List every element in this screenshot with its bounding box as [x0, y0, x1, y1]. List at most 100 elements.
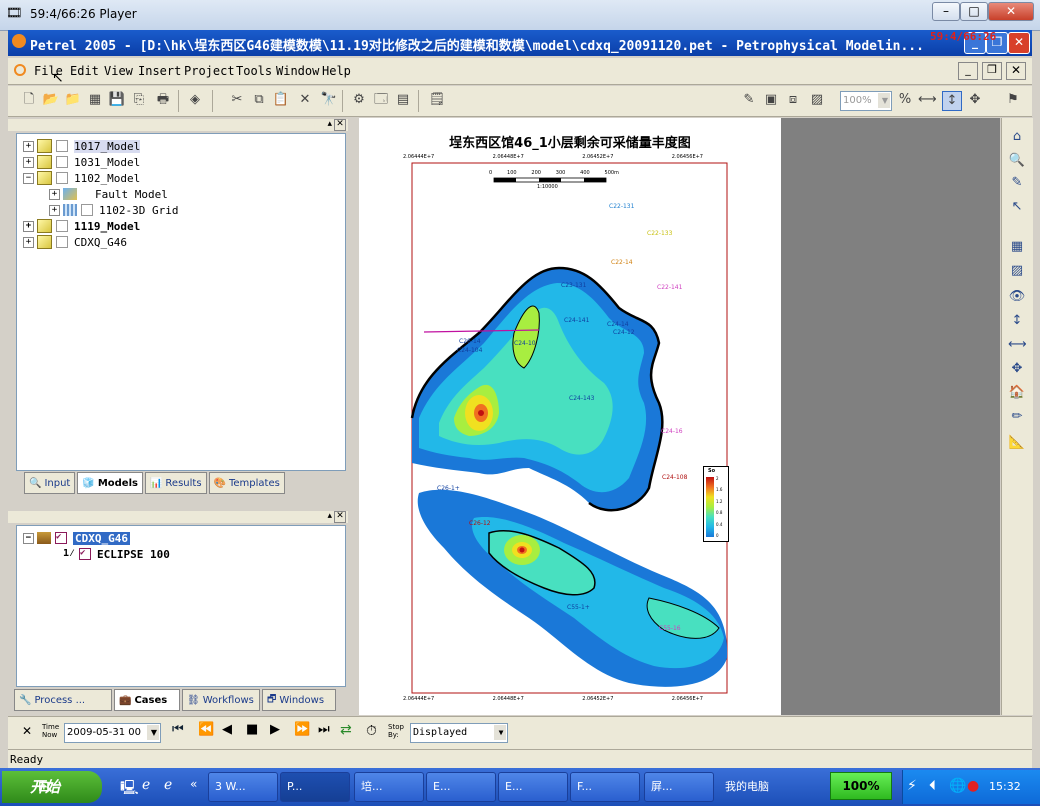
player-minimize-button[interactable]: – — [932, 2, 960, 21]
view-all-icon[interactable]: ⌂ — [1008, 128, 1026, 146]
doc-close-button[interactable]: ✕ — [1006, 62, 1026, 80]
play-back-icon[interactable]: ◀ — [222, 722, 232, 737]
tab-process[interactable]: 🔧 Process ... — [14, 689, 112, 711]
tree-item-1119-model[interactable]: +1119_Model — [23, 218, 178, 234]
tree-item-1017-model[interactable]: +1017_Model — [23, 138, 178, 154]
diamond-icon[interactable]: ◈ — [186, 91, 204, 109]
player-maximize-button[interactable]: □ — [960, 2, 988, 21]
task-my-computer[interactable]: 我的电脑 — [718, 772, 824, 802]
edit-polygon-icon[interactable]: ✏ — [1008, 408, 1026, 426]
task-petrel[interactable]: P... — [280, 772, 350, 802]
tree-item-cdxq-g46[interactable]: + CDXQ_G46 — [23, 234, 178, 250]
time-combo[interactable]: 2009-05-31 00 ▼ — [64, 723, 161, 743]
first-step-icon[interactable]: ⏮ — [172, 722, 184, 737]
notes-icon[interactable]: 🗒 — [428, 91, 446, 109]
horizontal-arrows-icon[interactable]: ⟷ — [1008, 336, 1027, 354]
window-close-button[interactable]: ✕ — [1008, 32, 1030, 54]
tab-input[interactable]: 🔍 Input — [24, 472, 76, 494]
save-icon[interactable]: 💾 — [108, 91, 126, 109]
expand-icon[interactable]: + — [23, 140, 34, 152]
export-image-icon[interactable]: ▨ — [808, 91, 826, 109]
chevron-down-icon[interactable]: ▼ — [878, 93, 890, 108]
menu-help[interactable]: Help — [322, 64, 351, 78]
measure-icon[interactable]: ✎ — [1008, 174, 1026, 192]
open-icon[interactable]: 📂 — [42, 91, 60, 109]
layout-icon[interactable]: ▣ — [762, 91, 780, 109]
loop-icon[interactable]: ⇄ — [340, 722, 352, 738]
settings-icon[interactable]: ⚙ — [350, 91, 368, 109]
start-button[interactable]: ⊞ 开始 — [2, 771, 102, 803]
tab-windows[interactable]: 🗗 Windows — [262, 689, 336, 711]
collapse-icon[interactable]: − — [23, 172, 34, 184]
record-icon[interactable]: ● — [967, 778, 979, 794]
expand-icon[interactable]: + — [23, 220, 34, 232]
back-icon[interactable]: ⏴ — [929, 778, 936, 794]
expand-icon[interactable]: + — [23, 236, 34, 248]
close-icon[interactable]: ✕ — [334, 119, 346, 131]
eye-icon[interactable]: 👁 — [1008, 288, 1026, 306]
tree-item-fault-model[interactable]: + Fault Model — [23, 186, 178, 202]
tree-item-3d-grid[interactable]: +1102-3D Grid — [23, 202, 178, 218]
paste-icon[interactable]: 📋 — [272, 91, 290, 109]
tab-cases[interactable]: 💼 Cases — [114, 689, 180, 711]
menu-window[interactable]: Window — [276, 64, 319, 78]
menu-tools[interactable]: Tools — [236, 64, 272, 78]
chevron-down-icon[interactable]: ▼ — [494, 725, 506, 740]
task-f[interactable]: F... — [570, 772, 640, 802]
last-step-icon[interactable]: ⏭ — [318, 722, 330, 737]
tab-templates[interactable]: 🎨 Templates — [208, 472, 285, 494]
delete-icon[interactable]: ✕ — [296, 91, 314, 109]
case-eclipse[interactable]: 1⁄ ✔ ECLIPSE 100 — [23, 546, 170, 562]
find-icon[interactable]: 🔭 — [320, 91, 338, 109]
prev-step-icon[interactable]: ⏪ — [198, 722, 214, 737]
ie-icon[interactable]: ℯ — [142, 777, 150, 793]
case-checkbox[interactable]: ✔ — [55, 532, 67, 544]
print-icon[interactable]: 🖶 — [154, 91, 172, 109]
play-icon[interactable]: ▶ — [270, 722, 280, 737]
zoom-percent-icon[interactable]: % — [896, 91, 914, 109]
pointer-settings-icon[interactable]: ⚑ — [1004, 91, 1022, 109]
fit-width-icon[interactable]: ⟷ — [918, 91, 937, 109]
edit-icon[interactable]: ✎ — [740, 91, 758, 109]
fit-all-icon[interactable]: ✥ — [966, 91, 984, 109]
select-arrow-icon[interactable]: ↖ — [1008, 198, 1026, 216]
visibility-checkbox[interactable] — [56, 220, 68, 232]
visibility-checkbox[interactable] — [56, 172, 68, 184]
menu-project[interactable]: Project — [184, 64, 235, 78]
vertical-arrows-icon[interactable]: ↕ — [1008, 312, 1026, 330]
stop-by-combo[interactable]: Displayed ▼ — [410, 723, 508, 743]
image-icon[interactable]: ▨ — [1008, 262, 1026, 280]
pin-icon[interactable]: ▴ — [327, 119, 332, 129]
home-icon[interactable]: 🏠 — [1008, 384, 1026, 402]
task-e1[interactable]: E... — [426, 772, 496, 802]
doc-minimize-button[interactable]: _ — [958, 62, 978, 80]
visibility-checkbox[interactable] — [56, 236, 68, 248]
task-screen[interactable]: 屏... — [644, 772, 714, 802]
pan-icon[interactable]: ✥ — [1008, 360, 1026, 378]
zoom-combo[interactable]: 100% ▼ — [840, 91, 892, 111]
tab-models[interactable]: 🧊 Models — [77, 472, 143, 494]
fit-height-icon[interactable]: ↕ — [942, 91, 962, 111]
visibility-checkbox[interactable] — [81, 204, 93, 216]
new-icon[interactable]: 🗋 — [20, 91, 38, 109]
tab-workflows[interactable]: ⛓ Workflows — [182, 689, 260, 711]
visibility-checkbox[interactable] — [56, 156, 68, 168]
player-close-button[interactable]: ✕ — [988, 2, 1034, 21]
zoom-icon[interactable]: 🔍 — [1008, 152, 1026, 170]
open-folder-icon[interactable]: 📁 — [64, 91, 82, 109]
stop-icon[interactable]: ■ — [246, 722, 258, 737]
expand-icon[interactable]: + — [49, 204, 60, 216]
import-icon[interactable]: ▦ — [86, 91, 104, 109]
menu-edit[interactable]: Edit — [70, 64, 99, 78]
copy-icon[interactable]: ⧉ — [250, 91, 268, 109]
menu-insert[interactable]: Insert — [138, 64, 181, 78]
close-icon[interactable]: ✕ — [334, 511, 346, 523]
close-icon[interactable]: ✕ — [22, 724, 32, 738]
expand-quicklaunch-icon[interactable]: « — [190, 777, 197, 791]
next-step-icon[interactable]: ⏩ — [294, 722, 310, 737]
save-as-icon[interactable]: ⎘ — [130, 91, 148, 109]
ie2-icon[interactable]: ℯ — [164, 777, 172, 793]
cut-icon[interactable]: ✂ — [228, 91, 246, 109]
ruler-icon[interactable]: 📐 — [1008, 434, 1026, 452]
colortable-icon[interactable]: ▤ — [394, 91, 412, 109]
